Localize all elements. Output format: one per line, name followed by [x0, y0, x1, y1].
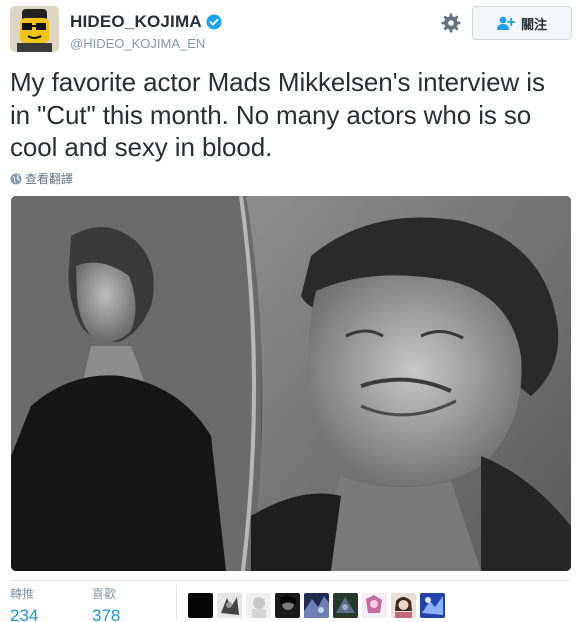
- liker-avatar[interactable]: [391, 593, 416, 618]
- stats-vertical-divider: [176, 585, 177, 619]
- liker-avatar[interactable]: [362, 593, 387, 618]
- liker-avatar[interactable]: [217, 593, 242, 618]
- liker-avatar[interactable]: [333, 593, 358, 618]
- display-name[interactable]: HIDEO_KOJIMA: [70, 12, 202, 32]
- translate-link[interactable]: 查看翻譯: [10, 170, 73, 187]
- name-row: HIDEO_KOJIMA: [70, 12, 222, 32]
- user-avatar[interactable]: [10, 6, 59, 52]
- likes-stat[interactable]: 喜歡 378: [92, 585, 120, 622]
- stats-divider: [10, 580, 570, 581]
- follow-button[interactable]: 關注: [472, 6, 572, 40]
- tweet-text: My favorite actor Mads Mikkelsen's inter…: [10, 67, 545, 162]
- retweets-count[interactable]: 234: [10, 606, 38, 622]
- retweets-stat[interactable]: 轉推 234: [10, 585, 38, 622]
- liker-avatar[interactable]: [188, 593, 213, 618]
- gear-icon: [441, 13, 461, 33]
- liker-avatar[interactable]: [275, 593, 300, 618]
- retweets-label: 轉推: [10, 587, 35, 601]
- liker-avatars: [188, 593, 449, 618]
- globe-icon: [10, 173, 22, 184]
- liker-avatar[interactable]: [420, 593, 445, 618]
- add-user-icon: [496, 16, 515, 30]
- tweet-header: HIDEO_KOJIMA @HIDEO_KOJIMA_EN 關注: [10, 6, 573, 54]
- likes-count[interactable]: 378: [92, 606, 120, 622]
- verified-badge-icon: [206, 14, 222, 30]
- settings-gear-button[interactable]: [438, 10, 464, 36]
- tweet-photo[interactable]: [11, 196, 571, 571]
- likes-label: 喜歡: [92, 587, 117, 601]
- liker-avatar[interactable]: [246, 593, 271, 618]
- follow-button-label: 關注: [520, 16, 547, 32]
- translate-label: 查看翻譯: [25, 172, 74, 186]
- liker-avatar[interactable]: [304, 593, 329, 618]
- screen-name[interactable]: @HIDEO_KOJIMA_EN: [70, 36, 205, 51]
